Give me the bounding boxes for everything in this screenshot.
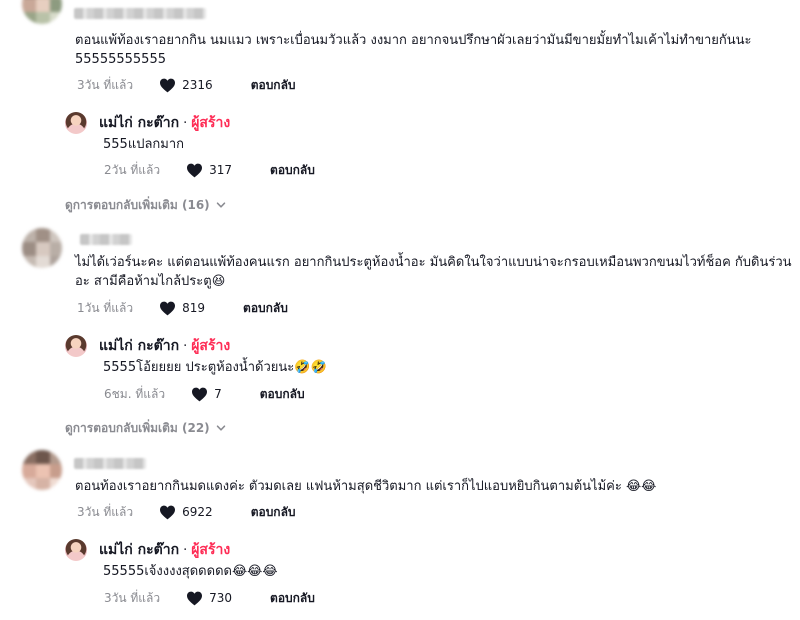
comment-meta: 1วัน ที่แล้ว 819 ตอบกลับ [77, 299, 288, 317]
reply-time: 6ชม. ที่แล้ว [104, 386, 166, 401]
like-button[interactable]: 819 [159, 301, 205, 316]
creator-badge: ผู้สร้าง [191, 542, 231, 558]
creator-name[interactable]: แม่ไก่ กะต๊าก [99, 335, 179, 357]
chevron-down-icon [216, 202, 225, 208]
heart-icon [160, 505, 176, 519]
avatar[interactable] [65, 539, 87, 561]
like-button[interactable]: 7 [191, 387, 222, 402]
like-button[interactable]: 2316 [159, 78, 213, 93]
reply-meta: 3วัน ที่แล้ว 730 ตอบกลับ [104, 589, 315, 607]
like-button[interactable]: 317 [186, 163, 232, 178]
like-button[interactable]: 6922 [159, 505, 213, 520]
heart-icon [160, 78, 176, 92]
comment-time: 3วัน ที่แล้ว [77, 77, 134, 92]
comment-meta: 3วัน ที่แล้ว 2316 ตอบกลับ [77, 76, 296, 94]
comment-text: ไม่ได้เว่อร์นะคะ แต่ตอนแพ้ท้องคนแรก อยาก… [75, 255, 792, 289]
reply-button[interactable]: ตอบกลับ [260, 385, 305, 404]
like-count: 819 [182, 301, 206, 315]
reply-time: 2วัน ที่แล้ว [104, 162, 161, 177]
commenter-avatar[interactable] [22, 228, 62, 268]
comment-time: 3วัน ที่แล้ว [77, 504, 134, 519]
like-count: 7 [214, 387, 222, 401]
reply-text: 555แปลกมาก [103, 137, 185, 152]
like-count: 6922 [182, 505, 213, 519]
comment-meta: 3วัน ที่แล้ว 6922 ตอบกลับ [77, 503, 296, 521]
creator-badge: ผู้สร้าง [191, 115, 231, 131]
heart-icon [187, 163, 203, 177]
reply-text: 5555โอ้ยยยย ประตูห้องน้ำด้วยนะ🤣🤣 [103, 360, 327, 375]
creator-reply-header: แม่ไก่ กะต๊าก · ผู้สร้าง [65, 539, 230, 561]
creator-reply-header: แม่ไก่ กะต๊าก · ผู้สร้าง [65, 112, 230, 134]
comment-text: ตอนแพ้ท้องเราอยากกิน นมแมว เพราะเบื่อนมว… [75, 33, 752, 67]
reply-button[interactable]: ตอบกลับ [270, 589, 315, 608]
reply-meta: 2วัน ที่แล้ว 317 ตอบกลับ [104, 161, 315, 179]
view-more-replies[interactable]: ดูการตอบกลับเพิ่มเติม (16) [65, 196, 226, 214]
heart-icon [192, 387, 208, 401]
creator-reply-header: แม่ไก่ กะต๊าก · ผู้สร้าง [65, 335, 230, 357]
reply-meta: 6ชม. ที่แล้ว 7 ตอบกลับ [104, 385, 305, 403]
reply-button[interactable]: ตอบกลับ [251, 503, 296, 522]
like-button[interactable]: 730 [186, 591, 232, 606]
commenter-avatar[interactable] [22, 450, 62, 490]
comment-time: 1วัน ที่แล้ว [77, 300, 134, 315]
reply-time: 3วัน ที่แล้ว [104, 590, 161, 605]
reply-button[interactable]: ตอบกลับ [270, 161, 315, 180]
reply-button[interactable]: ตอบกลับ [251, 76, 296, 95]
commenter-name[interactable] [74, 458, 146, 469]
creator-name[interactable]: แม่ไก่ กะต๊าก [99, 112, 179, 134]
like-count: 317 [209, 163, 233, 177]
creator-badge: ผู้สร้าง [191, 338, 231, 354]
like-count: 2316 [182, 78, 213, 92]
reply-button[interactable]: ตอบกลับ [243, 299, 288, 318]
commenter-name[interactable] [74, 8, 206, 19]
chevron-down-icon [216, 425, 225, 431]
commenter-name[interactable] [80, 234, 132, 245]
heart-icon [187, 591, 203, 605]
avatar[interactable] [65, 335, 87, 357]
avatar[interactable] [65, 112, 87, 134]
reply-text: 55555เจ้งงงงสุดดดดด😂😂😂 [103, 564, 278, 579]
heart-icon [160, 301, 176, 315]
comment-text: ตอนท้องเราอยากกินมดแดงค่ะ ตัวมดเลย แฟนห้… [75, 479, 657, 494]
commenter-avatar[interactable] [22, 0, 62, 24]
like-count: 730 [209, 591, 233, 605]
creator-name[interactable]: แม่ไก่ กะต๊าก [99, 539, 179, 561]
view-more-replies[interactable]: ดูการตอบกลับเพิ่มเติม (22) [65, 419, 226, 437]
